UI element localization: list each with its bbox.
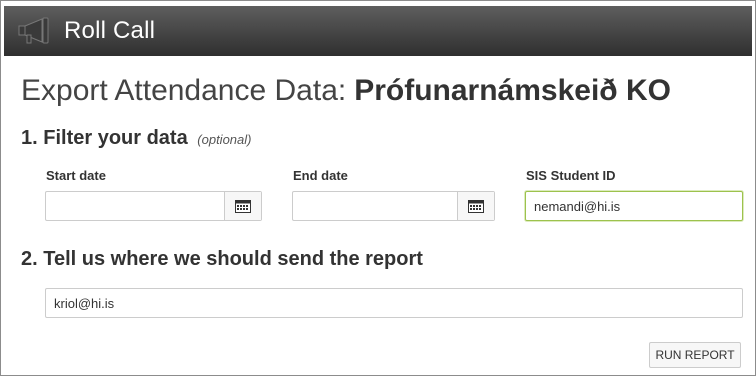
end-date-group <box>292 191 495 221</box>
report-email-input[interactable] <box>45 288 743 318</box>
run-report-button[interactable]: RUN REPORT <box>649 342 741 368</box>
page-title: Export Attendance Data: Prófunarnámskeið … <box>21 74 671 108</box>
report-step-title: 2. Tell us where we should send the repo… <box>21 248 423 270</box>
end-date-calendar-button[interactable] <box>457 192 494 220</box>
app-title: Roll Call <box>64 17 156 44</box>
end-date-input[interactable] <box>293 192 457 220</box>
calendar-icon <box>468 200 484 213</box>
start-date-label: Start date <box>46 168 106 183</box>
sis-student-id-label: SIS Student ID <box>526 168 616 183</box>
page-title-prefix: Export Attendance Data: <box>21 74 347 107</box>
megaphone-icon <box>18 17 49 44</box>
start-date-calendar-button[interactable] <box>224 192 261 220</box>
filter-step-title: 1. Filter your data <box>21 127 188 149</box>
start-date-input[interactable] <box>46 192 224 220</box>
filter-step-heading: 1. Filter your data (optional) <box>21 127 251 150</box>
start-date-group <box>45 191 262 221</box>
sis-student-id-input[interactable] <box>525 191 743 221</box>
roll-call-window: Roll Call Export Attendance Data: Prófuna… <box>0 0 756 376</box>
app-header: Roll Call <box>4 6 752 56</box>
report-step-heading: 2. Tell us where we should send the repo… <box>21 248 423 271</box>
filter-step-hint: (optional) <box>197 132 252 147</box>
calendar-icon <box>235 200 251 213</box>
course-name: Prófunarnámskeið KO <box>354 74 671 107</box>
end-date-label: End date <box>293 168 348 183</box>
